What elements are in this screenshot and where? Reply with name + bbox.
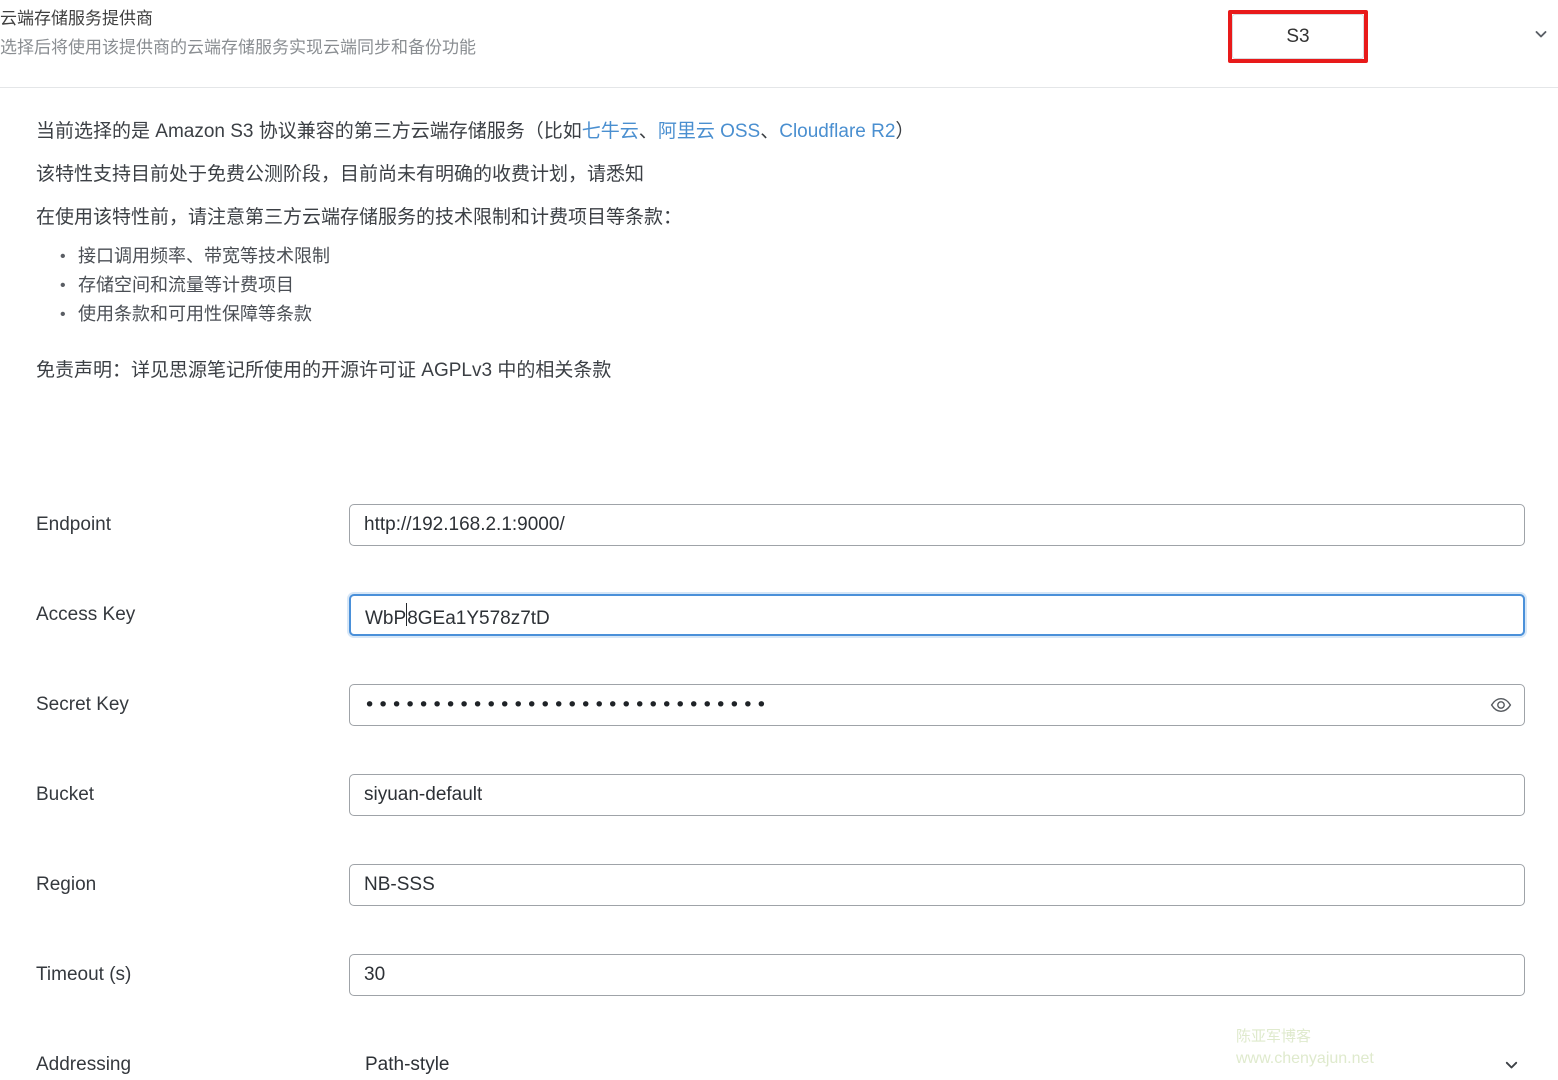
access-key-input[interactable]: WbP8GEa1Y578z7tD [349, 594, 1525, 636]
link-aliyun-oss[interactable]: 阿里云 OSS [658, 121, 760, 142]
chevron-down-icon[interactable] [1533, 26, 1549, 42]
text-caret [406, 602, 408, 626]
bucket-input[interactable]: siyuan-default [349, 774, 1525, 816]
secret-key-input-value: •••••••••••••••••••••••••••••• [364, 694, 770, 716]
form-row-access-key: Access Key WbP8GEa1Y578z7tD [0, 570, 1558, 660]
bucket-input-value: siyuan-default [364, 784, 483, 805]
form-row-endpoint: Endpoint http://192.168.2.1:9000/ [0, 480, 1558, 570]
list-item: 存储空间和流量等计费项目 [0, 271, 1558, 300]
bucket-label: Bucket [36, 784, 95, 805]
link-cloudflare-r2[interactable]: Cloudflare R2 [779, 121, 895, 142]
endpoint-input[interactable]: http://192.168.2.1:9000/ [349, 504, 1525, 546]
list-item: 使用条款和可用性保障等条款 [0, 300, 1558, 329]
provider-select-value: S3 [1286, 25, 1310, 47]
description-content: 当前选择的是 Amazon S3 协议兼容的第三方云端存储服务（比如七牛云、阿里… [0, 88, 1558, 386]
page-title: 云端存储服务提供商 [0, 9, 153, 28]
header-text-group: 云端存储服务提供商 选择后将使用该提供商的云端存储服务实现云端同步和备份功能 [0, 6, 476, 61]
page-header: 云端存储服务提供商 选择后将使用该提供商的云端存储服务实现云端同步和备份功能 S… [0, 0, 1558, 88]
addressing-select-value: Path-style [365, 1054, 450, 1075]
region-input[interactable]: NB-SSS [349, 864, 1525, 906]
region-input-value: NB-SSS [364, 874, 435, 895]
access-key-input-value: WbP8GEa1Y578z7tD [365, 601, 550, 630]
secret-key-input[interactable]: •••••••••••••••••••••••••••••• [349, 684, 1525, 726]
region-label: Region [36, 874, 97, 895]
terms-intro-paragraph: 在使用该特性前，请注意第三方云端存储服务的技术限制和计费项目等条款： [36, 207, 683, 228]
settings-cloud-storage-page: 云端存储服务提供商 选择后将使用该提供商的云端存储服务实现云端同步和备份功能 S… [0, 0, 1558, 1080]
timeout-label: Timeout (s) [36, 964, 132, 985]
form-row-timeout: Timeout (s) 30 [0, 930, 1558, 1020]
provider-select[interactable]: S3 [1232, 14, 1364, 59]
timeout-input[interactable]: 30 [349, 954, 1525, 996]
beta-notice-paragraph: 该特性支持目前处于免费公测阶段，目前尚未有明确的收费计划，请悉知 [36, 164, 645, 185]
intro-paragraph: 当前选择的是 Amazon S3 协议兼容的第三方云端存储服务（比如七牛云、阿里… [0, 117, 1558, 147]
form-row-secret-key: Secret Key •••••••••••••••••••••••••••••… [0, 660, 1558, 750]
chevron-down-icon[interactable] [1503, 1057, 1520, 1074]
intro-separator-2: 、 [760, 121, 780, 142]
addressing-label: Addressing [36, 1054, 132, 1075]
access-key-label: Access Key [36, 604, 136, 625]
list-item: 接口调用频率、带宽等技术限制 [0, 242, 1558, 271]
eye-icon[interactable] [1490, 694, 1512, 716]
form-row-bucket: Bucket siyuan-default [0, 750, 1558, 840]
intro-prefix: 当前选择的是 Amazon S3 协议兼容的第三方云端存储服务（比如 [36, 121, 582, 142]
form-row-addressing[interactable]: Addressing Path-style [0, 1020, 1558, 1080]
s3-config-form: Endpoint http://192.168.2.1:9000/ Access… [0, 480, 1558, 1080]
timeout-input-value: 30 [364, 964, 386, 985]
form-row-region: Region NB-SSS [0, 840, 1558, 930]
disclaimer-paragraph: 免责声明：详见思源笔记所使用的开源许可证 AGPLv3 中的相关条款 [36, 360, 612, 381]
endpoint-input-value: http://192.168.2.1:9000/ [364, 514, 565, 535]
intro-separator-1: 、 [638, 121, 658, 142]
link-qiniu[interactable]: 七牛云 [582, 121, 639, 142]
terms-list: 接口调用频率、带宽等技术限制 存储空间和流量等计费项目 使用条款和可用性保障等条… [0, 242, 1558, 329]
endpoint-label: Endpoint [36, 514, 112, 535]
secret-key-label: Secret Key [36, 694, 129, 715]
page-description: 选择后将使用该提供商的云端存储服务实现云端同步和备份功能 [0, 38, 476, 57]
intro-suffix: ） [895, 121, 915, 142]
